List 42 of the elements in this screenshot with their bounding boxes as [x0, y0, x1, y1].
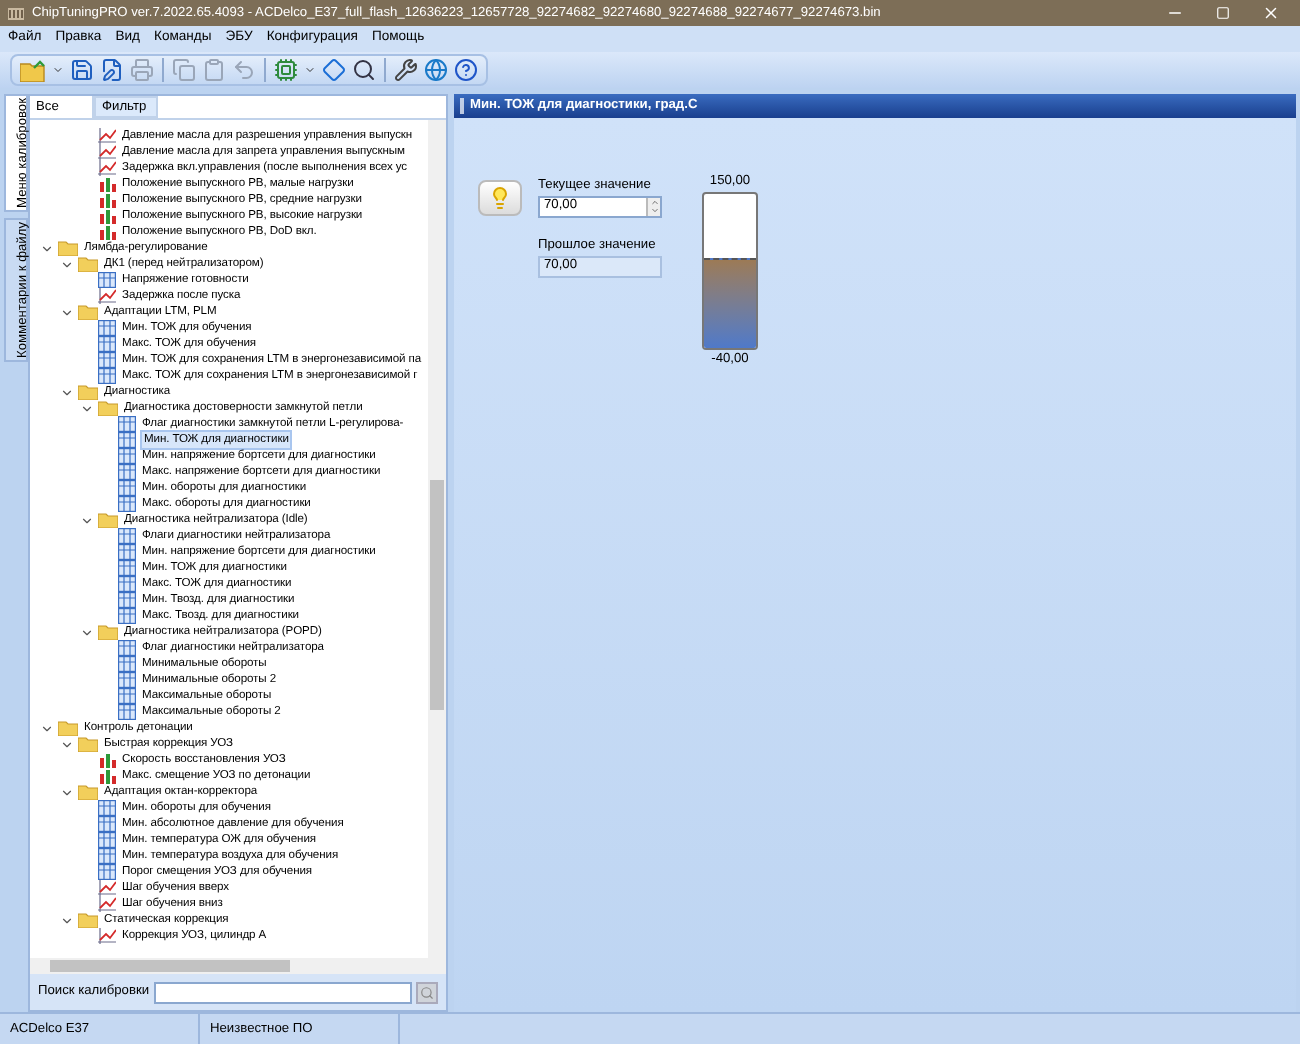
- app-icon: [8, 7, 24, 19]
- light-bulb-icon: [488, 186, 512, 210]
- vertical-scrollbar[interactable]: [428, 120, 446, 958]
- globe-icon[interactable]: [424, 58, 448, 82]
- expander-icon[interactable]: [78, 513, 94, 527]
- folder-icon: [98, 624, 118, 640]
- save-as-icon[interactable]: [100, 58, 124, 82]
- table-icon: [98, 272, 116, 288]
- folder-icon: [78, 912, 98, 928]
- expander-icon[interactable]: [78, 625, 94, 639]
- spinner-icon[interactable]: [646, 197, 660, 216]
- folder-icon[interactable]: [20, 59, 46, 81]
- scrollbar-thumb[interactable]: [430, 480, 444, 710]
- scrollbar-thumb[interactable]: [50, 960, 290, 972]
- caret-icon[interactable]: [304, 64, 316, 76]
- expander-icon[interactable]: [38, 721, 54, 735]
- caret-icon[interactable]: [52, 64, 64, 76]
- expander-icon[interactable]: [58, 785, 74, 799]
- expander-icon[interactable]: [38, 241, 54, 255]
- folder-icon: [98, 512, 118, 528]
- maximize-icon[interactable]: [1216, 6, 1230, 20]
- bulb-button[interactable]: [478, 180, 522, 216]
- search-icon[interactable]: [352, 58, 376, 82]
- tools-icon[interactable]: [394, 58, 418, 82]
- close-icon[interactable]: [1262, 4, 1280, 22]
- search-field[interactable]: [153, 981, 412, 1003]
- expander-icon[interactable]: [58, 913, 74, 927]
- expander-icon[interactable]: [58, 305, 74, 319]
- expander-icon[interactable]: [58, 257, 74, 271]
- folder-icon: [78, 304, 98, 320]
- search-button[interactable]: [416, 981, 438, 1003]
- curve-icon: [98, 928, 116, 944]
- expander-icon[interactable]: [58, 385, 74, 399]
- save-icon[interactable]: [70, 58, 94, 82]
- expander-icon[interactable]: [58, 737, 74, 751]
- expander-icon[interactable]: [78, 401, 94, 415]
- curve-icon: [98, 288, 116, 304]
- diamond-icon[interactable]: [322, 58, 346, 82]
- horizontal-scrollbar[interactable]: [30, 958, 446, 974]
- help-icon[interactable]: [454, 58, 478, 82]
- chip-icon[interactable]: [274, 58, 298, 82]
- folder-icon: [78, 784, 98, 800]
